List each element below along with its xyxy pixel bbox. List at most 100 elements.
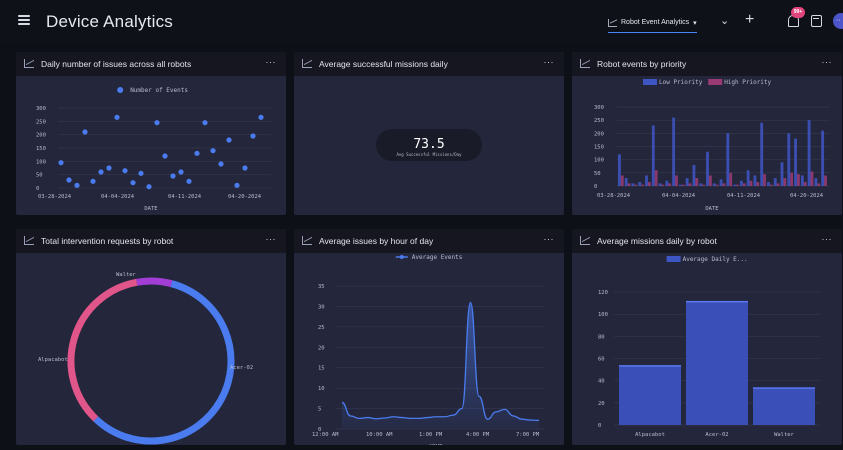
- avatar[interactable]: ··: [833, 13, 843, 29]
- data-point: [74, 182, 80, 188]
- data-point: [186, 178, 192, 184]
- panel-title: Average missions daily by robot: [597, 236, 717, 246]
- donut-slice: [67, 278, 138, 422]
- bar-low-priority: [692, 164, 696, 186]
- bar-low-priority: [719, 179, 723, 186]
- data-point: [170, 173, 176, 179]
- x-tick-label: Walter: [774, 432, 795, 438]
- y-tick-label: 20: [318, 345, 325, 351]
- data-point: [122, 168, 128, 174]
- chevron-down-icon[interactable]: ⌄: [720, 14, 729, 27]
- dashboard-select[interactable]: Robot Event Analytics ▾: [608, 15, 697, 33]
- panel-events-priority: Robot events by priority ··· Low Priorit…: [572, 52, 842, 215]
- bar-low-priority: [814, 178, 818, 186]
- panel-header: Average issues by hour of day ···: [294, 229, 564, 253]
- y-tick-label: 5: [318, 407, 321, 413]
- line-chart-icon: [24, 59, 34, 68]
- y-tick-label: 35: [318, 284, 325, 290]
- bar-low-priority: [624, 178, 628, 186]
- bar-low-priority: [645, 175, 648, 186]
- panel-issues-hour: Average issues by hour of day ··· Averag…: [294, 229, 564, 450]
- donut-slice: [93, 280, 235, 445]
- line-chart-icon: [24, 236, 34, 245]
- x-axis-label: DATE: [705, 206, 718, 212]
- panel-title: Robot events by priority: [597, 59, 687, 69]
- bar-high-priority: [783, 178, 787, 186]
- data-point: [114, 114, 120, 120]
- bar-high-priority: [708, 175, 712, 186]
- bar-high-priority: [756, 182, 760, 186]
- bar-high-priority: [763, 174, 766, 186]
- bar-high-priority: [796, 174, 800, 186]
- y-tick-label: 80: [598, 334, 605, 340]
- bar-chart: Average Daily E... 0 20 40 60 80 100 120 Alpacab…: [598, 256, 820, 450]
- bar-high-priority: [620, 175, 624, 186]
- bar-high-priority: [681, 184, 685, 186]
- bar-high-priority: [729, 172, 733, 186]
- bar: [753, 387, 815, 425]
- bar-high-priority: [634, 184, 638, 186]
- x-tick-label: 04-11-2024: [727, 193, 761, 199]
- legend-marker: [399, 255, 404, 259]
- panel-title: Average issues by hour of day: [319, 236, 434, 246]
- data-point: [218, 161, 224, 167]
- y-tick-label: 100: [594, 158, 604, 164]
- y-tick-label: 200: [594, 131, 604, 137]
- more-options-icon[interactable]: ···: [544, 234, 555, 244]
- data-point: [154, 120, 160, 126]
- y-tick-label: 40: [598, 379, 605, 385]
- data-point: [146, 184, 152, 190]
- legend-label: High Priority: [724, 79, 771, 86]
- line-chart-icon: [302, 236, 312, 245]
- bar-low-priority: [638, 182, 642, 186]
- bar-low-priority: [665, 180, 669, 186]
- donut-slice: [136, 277, 173, 288]
- more-options-icon[interactable]: ···: [822, 234, 833, 244]
- add-icon[interactable]: +: [745, 11, 754, 29]
- panel-title: Average successful missions daily: [319, 59, 448, 69]
- more-options-icon[interactable]: ···: [266, 234, 277, 244]
- y-tick-label: 120: [598, 290, 608, 296]
- bar-low-priority: [651, 125, 655, 186]
- bar-low-priority: [807, 120, 811, 186]
- bar-low-priority: [800, 175, 804, 186]
- panel-intervention: Total intervention requests by robot ···…: [16, 229, 286, 445]
- data-point: [138, 170, 144, 176]
- slice-label: Alpacabot: [38, 357, 68, 363]
- data-point: [242, 165, 248, 171]
- x-tick-label: 7:00 PM: [516, 432, 540, 438]
- calendar-icon[interactable]: [811, 15, 822, 27]
- slice-label: Acer-02: [230, 365, 253, 371]
- data-point: [178, 169, 184, 175]
- line-chart-icon: [580, 59, 590, 68]
- legend-marker: [117, 87, 124, 93]
- bar-top: [753, 387, 815, 389]
- bar-high-priority: [695, 178, 699, 186]
- menu-icon[interactable]: [18, 15, 30, 25]
- x-tick-label: Acer-02: [705, 432, 728, 438]
- bar-low-priority: [767, 182, 770, 186]
- notification-badge: 99+: [791, 7, 805, 18]
- data-point: [194, 150, 200, 156]
- bar-low-priority: [712, 183, 716, 186]
- bar-low-priority: [631, 183, 635, 186]
- line-chart-icon: [580, 236, 590, 245]
- more-options-icon[interactable]: ···: [544, 57, 555, 67]
- bar-high-priority: [702, 184, 705, 186]
- bar-high-priority: [810, 171, 814, 186]
- bar-high-priority: [688, 183, 692, 186]
- legend-marker: [643, 79, 657, 85]
- more-options-icon[interactable]: ···: [266, 57, 277, 67]
- legend-marker: [666, 256, 681, 262]
- bar-high-priority: [661, 184, 665, 186]
- data-point: [250, 133, 256, 139]
- data-point: [98, 169, 104, 175]
- x-tick-label: 03-28-2024: [38, 194, 72, 200]
- more-options-icon[interactable]: ···: [822, 57, 833, 67]
- data-point: [226, 137, 232, 143]
- bar-low-priority: [658, 183, 662, 186]
- bar-low-priority: [773, 178, 777, 186]
- data-point: [210, 148, 216, 154]
- y-tick-label: 0: [598, 423, 601, 429]
- y-tick-label: 50: [36, 173, 43, 179]
